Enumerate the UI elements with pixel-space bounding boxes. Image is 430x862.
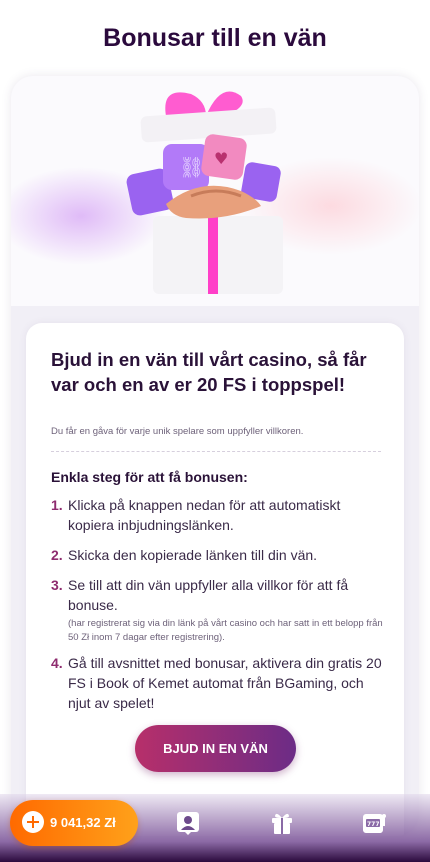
bottom-nav: 9 041,32 Zł 777	[0, 794, 430, 862]
info-panel: Bjud in en vän till vårt casino, så får …	[26, 323, 404, 836]
step-note: (har registrerat sig via din länk på vår…	[68, 618, 383, 643]
step-text: Gå till avsnittet med bonusar, aktivera …	[68, 655, 382, 711]
divider	[51, 451, 381, 452]
svg-text:♥: ♥	[214, 149, 228, 168]
offer-subline: Du får en gåva för varje unik spelare so…	[51, 426, 304, 437]
page-title: Bonusar till en vän	[103, 24, 327, 52]
offer-headline: Bjud in en vän till vårt casino, så får …	[51, 349, 367, 395]
step-number: 2.	[51, 547, 63, 563]
svg-text:⛓: ⛓	[179, 155, 204, 179]
balance-amount: 9 041,32 Zł	[50, 815, 116, 830]
invite-friend-button[interactable]: BJUD IN EN VÄN	[135, 725, 296, 772]
step-text: Klicka på knappen nedan för att automati…	[68, 497, 341, 533]
balance-button[interactable]: 9 041,32 Zł	[10, 800, 138, 846]
profile-icon[interactable]	[175, 810, 201, 836]
slot-machine-icon[interactable]: 777	[361, 810, 387, 836]
step-number: 1.	[51, 497, 63, 513]
plus-icon	[22, 811, 44, 833]
step-text: Skicka den kopierade länken till din vän…	[68, 547, 318, 563]
svg-text:777: 777	[367, 821, 380, 828]
gift-handshake-illustration: ⛓ ♥	[126, 91, 283, 294]
steps-title: Enkla steg för att få bonusen:	[51, 469, 248, 485]
gift-icon[interactable]	[269, 810, 295, 836]
hero-illustration: ⛓ ♥	[11, 76, 419, 306]
step-number: 4.	[51, 655, 63, 671]
step-number: 3.	[51, 577, 63, 593]
step-text: Se till att din vän uppfyller alla villk…	[68, 577, 349, 613]
referral-card: ⛓ ♥ Bjud in en vän till vårt casino, så …	[11, 76, 419, 836]
